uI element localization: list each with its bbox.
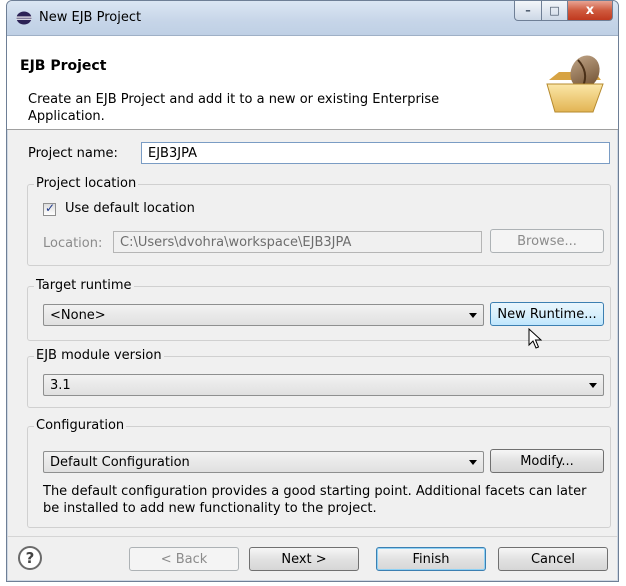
configuration-title: Configuration bbox=[34, 418, 127, 433]
next-button[interactable]: Next > bbox=[249, 547, 359, 571]
page-title: EJB Project bbox=[20, 58, 107, 74]
use-default-location-checkbox[interactable]: ✓ bbox=[43, 201, 56, 216]
ejb-module-version-dropdown[interactable]: 3.1 bbox=[43, 374, 604, 396]
title-bar[interactable]: New EJB Project – □ x bbox=[7, 1, 618, 36]
minimize-icon: – bbox=[525, 4, 531, 17]
new-runtime-button[interactable]: New Runtime... bbox=[490, 302, 604, 326]
dialog-window: New EJB Project – □ x EJB Project Create… bbox=[6, 0, 619, 582]
finish-button[interactable]: Finish bbox=[376, 547, 486, 571]
location-field[interactable]: C:\Users\dvohra\workspace\EJB3JPA bbox=[113, 231, 482, 253]
close-icon: x bbox=[585, 3, 595, 18]
configuration-value: Default Configuration bbox=[50, 455, 190, 470]
project-location-title: Project location bbox=[34, 176, 139, 191]
target-runtime-value: <None> bbox=[50, 308, 106, 323]
chevron-down-icon bbox=[589, 383, 597, 388]
location-label: Location: bbox=[43, 236, 103, 251]
wizard-header: EJB Project Create an EJB Project and ad… bbox=[7, 36, 618, 130]
cancel-button[interactable]: Cancel bbox=[498, 547, 608, 571]
folder-bean-icon bbox=[546, 55, 604, 113]
ejb-module-version-value: 3.1 bbox=[50, 378, 71, 393]
use-default-location-label: Use default location bbox=[65, 201, 195, 216]
target-runtime-title: Target runtime bbox=[34, 278, 134, 293]
configuration-description: The default configuration provides a goo… bbox=[43, 484, 587, 516]
modify-button[interactable]: Modify... bbox=[490, 449, 604, 473]
checkmark-icon: ✓ bbox=[45, 201, 56, 215]
close-button[interactable]: x bbox=[568, 1, 613, 21]
minimize-button[interactable]: – bbox=[514, 1, 542, 21]
window-title: New EJB Project bbox=[39, 10, 142, 25]
maximize-icon: □ bbox=[549, 4, 560, 17]
eclipse-icon bbox=[16, 11, 32, 25]
project-name-label: Project name: bbox=[28, 146, 118, 161]
chevron-down-icon bbox=[469, 460, 477, 465]
project-location-group: Project location bbox=[27, 176, 611, 266]
help-icon[interactable]: ? bbox=[18, 546, 42, 570]
project-name-field[interactable]: EJB3JPA bbox=[141, 142, 610, 164]
maximize-button[interactable]: □ bbox=[542, 1, 568, 21]
ejb-module-version-title: EJB module version bbox=[34, 348, 164, 363]
wizard-footer: ? < Back Next > Finish Cancel bbox=[7, 536, 618, 581]
window-controls: – □ x bbox=[514, 1, 613, 21]
page-description: Create an EJB Project and add it to a ne… bbox=[28, 92, 440, 124]
browse-button[interactable]: Browse... bbox=[490, 229, 604, 253]
configuration-dropdown[interactable]: Default Configuration bbox=[43, 451, 484, 473]
target-runtime-dropdown[interactable]: <None> bbox=[43, 304, 484, 326]
chevron-down-icon bbox=[469, 313, 477, 318]
mouse-cursor-icon bbox=[528, 328, 542, 349]
back-button[interactable]: < Back bbox=[129, 547, 239, 571]
